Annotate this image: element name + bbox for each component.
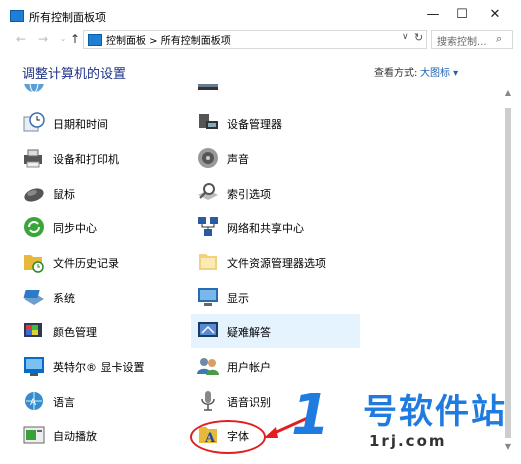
item-troubleshooting[interactable]: 疑难解答 <box>191 314 360 348</box>
user-accounts-icon <box>196 354 220 378</box>
item-label: 鼠标 <box>53 188 75 201</box>
svg-text:A: A <box>30 398 37 408</box>
watermark-logo: 1 号软件站 1rj.com <box>291 388 521 458</box>
refresh-icon[interactable]: ↻ <box>414 31 423 44</box>
navigation-bar: ← → ⌄ ↑ 控制面板 > 所有控制面板项 ∨ ↻ 搜索控制... ⌕ <box>0 29 521 49</box>
watermark-number: 1 <box>291 383 330 448</box>
indexing-icon <box>196 181 220 205</box>
speaker-icon <box>196 146 220 170</box>
item-file-explorer-options[interactable]: 文件资源管理器选项 <box>196 247 359 277</box>
item-sync-center[interactable]: 同步中心 <box>22 212 182 242</box>
item-label: 同步中心 <box>53 222 97 235</box>
language-icon: A <box>22 389 46 413</box>
troubleshoot-icon <box>196 319 220 343</box>
item-label: 日期和时间 <box>53 118 108 131</box>
up-arrow-icon[interactable]: ↑ <box>68 31 82 47</box>
mouse-icon <box>22 181 46 205</box>
item-indexing-options[interactable]: 索引选项 <box>196 178 359 208</box>
view-by-dropdown[interactable]: 大图标 ▾ <box>420 64 458 79</box>
item-label: 设备管理器 <box>227 118 282 131</box>
item-system[interactable]: 系统 <box>22 282 182 312</box>
title-bar: 所有控制面板项 — ☐ ✕ <box>0 0 521 30</box>
item-file-history[interactable]: 文件历史记录 <box>22 247 182 277</box>
printer-icon <box>22 146 46 170</box>
item-label: 网络和共享中心 <box>227 222 304 235</box>
breadcrumb[interactable]: 控制面板 > 所有控制面板项 <box>106 32 231 47</box>
forward-arrow-icon[interactable]: → <box>36 31 50 47</box>
search-icon[interactable]: ⌕ <box>496 32 502 46</box>
minimize-button[interactable]: — <box>418 4 448 26</box>
address-dropdown-icon[interactable]: ∨ <box>402 32 409 42</box>
control-panel-icon <box>88 34 102 46</box>
color-management-icon <box>22 319 46 343</box>
search-placeholder: 搜索控制... <box>437 37 487 48</box>
taskbar-icon <box>196 84 220 94</box>
item-sound[interactable]: 声音 <box>196 143 359 173</box>
system-icon <box>22 285 46 309</box>
control-panel-icon <box>10 10 24 22</box>
item-user-accounts[interactable]: 用户帐户 <box>196 351 359 381</box>
item-network-sharing[interactable]: 网络和共享中心 <box>196 212 359 242</box>
folder-options-icon <box>196 250 220 274</box>
device-manager-icon <box>196 111 220 135</box>
item-label: 声音 <box>227 153 249 166</box>
view-by-label: 查看方式: <box>374 68 418 79</box>
item-label: 索引选项 <box>227 188 271 201</box>
item-label: 语言 <box>53 396 75 409</box>
item-label: 文件历史记录 <box>53 257 119 270</box>
scroll-up-icon[interactable]: ▲ <box>502 88 514 98</box>
item-label: 文件资源管理器选项 <box>227 257 326 270</box>
item-display[interactable]: 显示 <box>196 282 359 312</box>
watermark-name: 号软件站 <box>363 392 507 432</box>
item-date-time[interactable]: 日期和时间 <box>22 108 182 138</box>
microphone-icon <box>196 389 220 413</box>
item-mouse[interactable]: 鼠标 <box>22 178 182 208</box>
item-label: 英特尔® 显卡设置 <box>53 361 145 374</box>
page-title: 调整计算机的设置 <box>22 67 127 82</box>
close-button[interactable]: ✕ <box>480 4 510 26</box>
item-label: 颜色管理 <box>53 326 97 339</box>
item-intel-graphics[interactable]: 英特尔® 显卡设置 <box>22 351 192 381</box>
network-icon <box>196 215 220 239</box>
window-title: 所有控制面板项 <box>29 11 106 24</box>
item-color-management[interactable]: 颜色管理 <box>22 316 182 346</box>
item-label: 疑难解答 <box>227 326 271 339</box>
item-label: 用户帐户 <box>227 361 271 374</box>
address-bar[interactable]: 控制面板 > 所有控制面板项 ∨ ↻ <box>83 30 427 49</box>
item-label: 系统 <box>53 292 75 305</box>
watermark-url: 1rj.com <box>369 432 447 450</box>
item-language[interactable]: A 语言 <box>22 386 182 416</box>
sync-icon <box>22 215 46 239</box>
file-history-icon <box>22 250 46 274</box>
intel-graphics-icon <box>22 354 46 378</box>
item-autoplay[interactable]: 自动播放 <box>22 420 182 450</box>
item-label: 设备和打印机 <box>53 153 119 166</box>
autoplay-icon <box>22 423 46 447</box>
item-device-manager[interactable]: 设备管理器 <box>196 108 359 138</box>
item-devices-printers[interactable]: 设备和打印机 <box>22 143 182 173</box>
region-icon <box>22 84 46 94</box>
back-arrow-icon[interactable]: ← <box>14 31 28 47</box>
display-icon <box>196 285 220 309</box>
item-label: 显示 <box>227 292 249 305</box>
item-label: 自动播放 <box>53 430 97 443</box>
clock-icon <box>22 111 46 135</box>
search-input[interactable]: 搜索控制... ⌕ <box>431 30 513 49</box>
maximize-button[interactable]: ☐ <box>447 4 477 26</box>
